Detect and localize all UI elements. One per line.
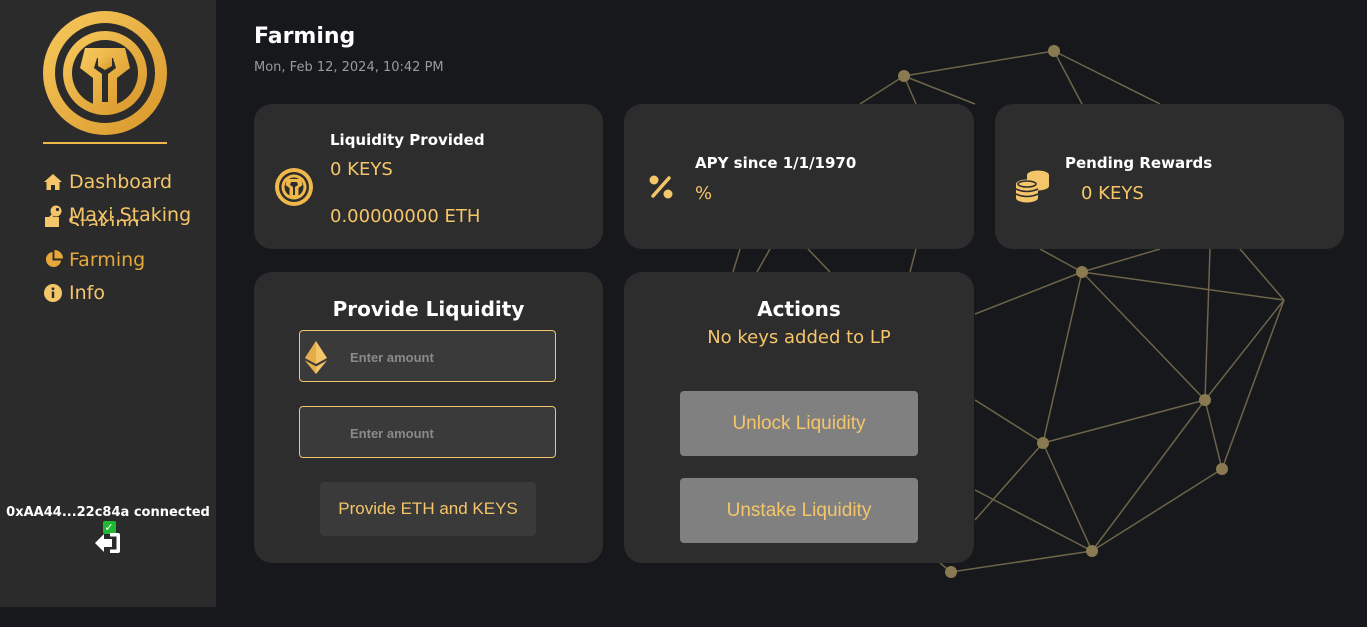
rewards-label: Pending Rewards xyxy=(1065,154,1213,172)
ethereum-icon xyxy=(305,341,327,374)
apy-card: APY since 1/1/1970 % xyxy=(624,104,974,249)
label-overflow-mark xyxy=(45,217,59,227)
pie-chart-icon xyxy=(43,250,63,270)
sidebar-item-dashboard[interactable]: Dashboard xyxy=(43,165,191,198)
sidebar-item-label: Info xyxy=(69,281,105,304)
provide-eth-keys-button[interactable]: Provide ETH and KEYS xyxy=(320,482,536,536)
actions-card: Actions No keys added to LP Unlock Liqui… xyxy=(624,272,974,563)
apy-label: APY since 1/1/1970 xyxy=(695,154,857,172)
eth-amount-field[interactable] xyxy=(299,330,556,383)
unlock-liquidity-button[interactable]: Unlock Liquidity xyxy=(680,391,918,456)
actions-status: No keys added to LP xyxy=(707,327,891,348)
liquidity-provided-card: Liquidity Provided 0 KEYS 0.00000000 ETH xyxy=(254,104,603,249)
wallet-address: 0xAA44...22c84a connected xyxy=(6,505,210,520)
page-date: Mon, Feb 12, 2024, 10:42 PM xyxy=(254,60,444,75)
logout-icon[interactable] xyxy=(94,531,122,555)
logo-divider xyxy=(43,142,167,144)
provide-liquidity-card: Provide Liquidity Provide ETH and KEYS xyxy=(254,272,603,563)
keys-amount-field[interactable] xyxy=(299,406,556,459)
liquidity-keys-value: 0 KEYS xyxy=(330,159,393,180)
sidebar-item-label: Dashboard xyxy=(69,170,173,193)
info-icon xyxy=(43,283,63,303)
home-icon xyxy=(43,172,63,192)
rewards-value: 0 KEYS xyxy=(1081,183,1144,204)
actions-title: Actions xyxy=(757,297,841,321)
sidebar-item-label: Farming xyxy=(69,248,146,271)
sidebar-item-overflow-text: Staking xyxy=(68,215,140,226)
keys-token-icon xyxy=(275,168,313,206)
liquidity-label: Liquidity Provided xyxy=(330,131,485,149)
unstake-liquidity-button[interactable]: Unstake Liquidity xyxy=(680,478,918,543)
sidebar-item-maxi-staking[interactable]: Maxi Staking Staking xyxy=(43,198,191,231)
pending-rewards-card: Pending Rewards 0 KEYS xyxy=(995,104,1344,249)
percent-icon xyxy=(649,175,673,199)
sidebar-item-farming[interactable]: Farming xyxy=(43,243,191,276)
sidebar: Dashboard Maxi Staking Staking Farming I… xyxy=(0,0,216,607)
sidebar-nav: Dashboard Maxi Staking Staking Farming I… xyxy=(43,165,191,309)
eth-amount-input[interactable] xyxy=(348,331,552,383)
liquidity-eth-value: 0.00000000 ETH xyxy=(330,206,481,227)
keys-logo-icon xyxy=(43,11,167,135)
apy-value: % xyxy=(695,183,713,204)
coins-icon xyxy=(1015,170,1049,203)
sidebar-item-info[interactable]: Info xyxy=(43,276,191,309)
keys-amount-input[interactable] xyxy=(348,407,552,459)
provide-liquidity-title: Provide Liquidity xyxy=(332,297,525,321)
page-title: Farming xyxy=(254,24,356,49)
